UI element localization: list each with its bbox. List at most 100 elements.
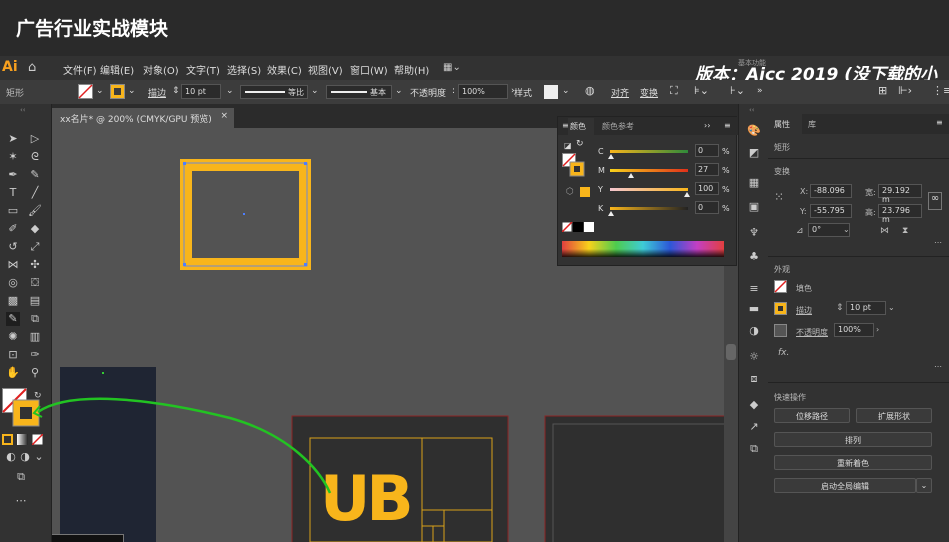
type-tool-icon[interactable]: T — [6, 186, 20, 200]
home-icon[interactable]: ⌂ — [28, 60, 36, 75]
channel-k-slider[interactable] — [610, 207, 688, 210]
collapse-toolbar-icon[interactable]: ‹‹ — [20, 106, 26, 114]
color-panel-menu-icon[interactable]: ≡ — [724, 121, 731, 130]
menu-object[interactable]: 对象(O) — [143, 62, 179, 77]
angle-dropdown-icon[interactable]: ⌄ — [843, 225, 850, 234]
profile-select[interactable]: 等比 — [240, 85, 308, 99]
tab-color-guide[interactable]: 颜色参考 — [602, 121, 634, 132]
artboard-tool-icon[interactable]: ⊡ — [6, 348, 20, 362]
out-of-gamut-icon[interactable]: ⬡ — [566, 187, 574, 197]
channel-k-value[interactable]: 0 — [695, 201, 719, 214]
stroke-stepper-icon[interactable]: ⇕ — [836, 303, 844, 313]
none-black-white-swatches[interactable] — [562, 222, 594, 232]
puppet-warp-tool-icon[interactable]: ✣ — [28, 258, 42, 272]
channel-c-value[interactable]: 0 — [695, 144, 719, 157]
channel-m-value[interactable]: 27 — [695, 163, 719, 176]
artboards-icon[interactable]: ⧉ — [747, 442, 761, 456]
paintbrush-tool-icon[interactable]: 🖌 — [28, 204, 42, 218]
reference-point-icon[interactable]: ⁙ — [774, 190, 784, 204]
rectangle-tool-icon[interactable]: ▭ — [6, 204, 20, 218]
perspective-grid-tool-icon[interactable]: ▩ — [6, 294, 20, 308]
brush-dropdown-icon[interactable]: ⌄ — [395, 86, 403, 96]
channel-y-knob[interactable] — [684, 192, 690, 197]
shaper-tool-icon[interactable]: ✐ — [6, 222, 20, 236]
expand-shape-button[interactable]: 扩展形状 — [856, 408, 932, 423]
curvature-tool-icon[interactable]: ✎ — [28, 168, 42, 182]
menu-select[interactable]: 选择(S) — [227, 62, 261, 77]
symbol-sprayer-tool-icon[interactable]: ✺ — [6, 330, 20, 344]
hand-tool-icon[interactable]: ✋ — [6, 366, 20, 380]
y-field[interactable]: -55.795 — [810, 204, 852, 218]
channel-c-slider[interactable] — [610, 150, 688, 153]
transparency-icon[interactable]: ◑ — [747, 324, 761, 338]
graphic-styles-icon[interactable]: ⧈ — [747, 372, 761, 386]
panel-menu-icon[interactable]: ⊩› — [898, 84, 912, 97]
brush-select[interactable]: 基本 — [326, 85, 392, 99]
symbols-icon[interactable]: ♣ — [747, 250, 761, 264]
image-trace-icon[interactable]: ▦ — [747, 176, 761, 190]
stroke-dropdown-icon[interactable]: ⌄ — [888, 303, 895, 312]
collapse-panels-icon[interactable]: ‹‹ — [749, 106, 755, 114]
flip-horizontal-icon[interactable]: ⋈ — [880, 226, 889, 236]
swatches-icon[interactable]: ▣ — [747, 200, 761, 214]
recolor-icon[interactable]: ◍ — [585, 84, 595, 97]
panel-fill-stroke-widget[interactable] — [562, 153, 586, 177]
line-tool-icon[interactable]: ╱ — [28, 186, 42, 200]
recolor-button[interactable]: 重新着色 — [774, 455, 932, 470]
stroke-weight-field[interactable]: 10 pt — [181, 84, 221, 99]
appearance-fill-swatch[interactable] — [774, 280, 787, 293]
stroke-dropdown-icon[interactable]: ⌄ — [128, 86, 136, 96]
zoom-tool-icon[interactable]: ⚲ — [28, 366, 42, 380]
properties-menu-icon[interactable]: ≡ — [936, 118, 943, 127]
brushes-icon[interactable]: ♆ — [747, 226, 761, 240]
width-tool-icon[interactable]: ⋈ — [6, 258, 20, 272]
tab-color[interactable]: 颜色 — [568, 118, 594, 135]
options-icon[interactable]: ⋮≡ — [932, 84, 949, 97]
global-edit-dropdown-icon[interactable]: ⌄ — [916, 478, 932, 493]
fx-button[interactable]: fx. — [778, 348, 789, 358]
stroke-weight-dropdown-icon[interactable]: ⌄ — [226, 86, 234, 96]
arrange-docs-icon[interactable]: ⊞ — [878, 84, 887, 97]
gradient-tool-icon[interactable]: ▤ — [28, 294, 42, 308]
channel-k-knob[interactable] — [608, 211, 614, 216]
stroke-label[interactable]: 描边 — [796, 305, 812, 316]
menu-window[interactable]: 窗口(W) — [350, 62, 388, 77]
fill-none-swatch[interactable] — [78, 84, 93, 99]
close-tab-icon[interactable]: × — [220, 111, 228, 121]
layers-icon[interactable]: ◆ — [747, 398, 761, 412]
color-guide-icon[interactable]: ◩ — [747, 146, 761, 160]
stroke-stepper-icon[interactable]: ⇕ — [172, 86, 180, 96]
default-fill-stroke-icon[interactable]: ◪ — [564, 141, 572, 150]
profile-dropdown-icon[interactable]: ⌄ — [311, 86, 319, 96]
menu-file[interactable]: 文件(F) — [63, 62, 97, 77]
align-options-icon[interactable]: ⊧⌄ — [694, 84, 709, 97]
live-paint-tool-icon[interactable]: ⛋ — [28, 276, 42, 290]
appearance-stroke-swatch[interactable] — [774, 302, 787, 315]
constrain-proportions-icon[interactable]: ∞ — [928, 192, 942, 210]
arrange-button[interactable]: 排列 — [774, 432, 932, 447]
channel-c-knob[interactable] — [608, 154, 614, 159]
pen-tool-icon[interactable]: ✒ — [6, 168, 20, 182]
gradient-panel-icon[interactable]: ▬ — [747, 302, 761, 316]
global-edit-button[interactable]: 启动全局编辑 — [774, 478, 916, 493]
appearance-panel-icon[interactable]: ☼ — [747, 350, 761, 364]
opacity-field[interactable]: 100% — [834, 323, 874, 337]
opacity-label[interactable]: 不透明度 — [796, 327, 828, 338]
channel-y-value[interactable]: 100 — [695, 182, 719, 195]
flip-vertical-icon[interactable]: ⧗ — [902, 226, 908, 236]
in-gamut-swatch[interactable] — [580, 187, 590, 197]
rotate-tool-icon[interactable]: ↺ — [6, 240, 20, 254]
export-icon[interactable]: ↗ — [747, 420, 761, 434]
menu-view[interactable]: 视图(V) — [308, 62, 343, 77]
more-options-icon[interactable]: » — [757, 86, 763, 96]
offset-path-button[interactable]: 位移路径 — [774, 408, 850, 423]
menu-edit[interactable]: 编辑(E) — [100, 62, 134, 77]
stroke-swatch[interactable] — [110, 84, 125, 99]
stroke-panel-icon[interactable]: ≡ — [747, 282, 761, 296]
shape-builder-tool-icon[interactable]: ◎ — [6, 276, 20, 290]
appearance-more-icon[interactable]: ⋯ — [934, 362, 942, 371]
workspace-layout-icon[interactable]: ▦⌄ — [443, 62, 461, 73]
color-panel-icon[interactable]: 🎨 — [747, 124, 761, 138]
distribute-icon[interactable]: ⊦⌄ — [730, 84, 745, 97]
x-field[interactable]: -88.096 — [810, 184, 852, 198]
